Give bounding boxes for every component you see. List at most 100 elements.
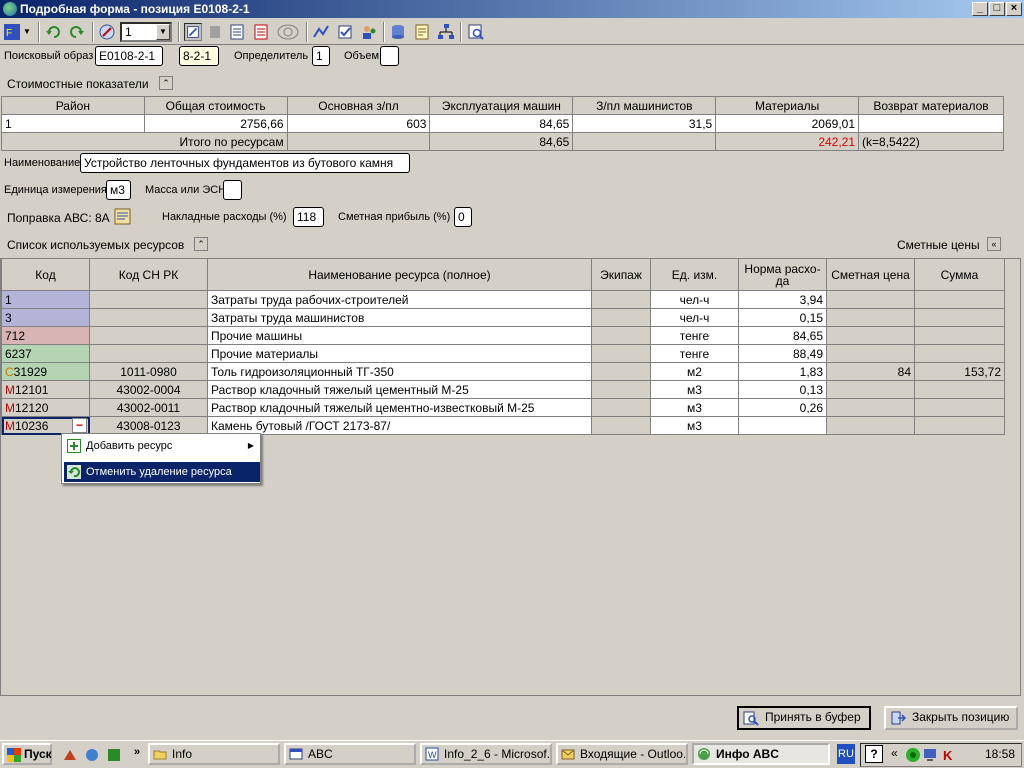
resource-norm[interactable]: 0,26 — [738, 398, 827, 417]
table-row[interactable]: М12120 43002-0011 Раствор кладочный тяже… — [1, 398, 1005, 417]
resource-code[interactable]: М10236 − — [1, 416, 90, 435]
resource-crew[interactable] — [591, 308, 651, 327]
resource-sum[interactable] — [914, 308, 1005, 327]
resource-norm[interactable]: 88,49 — [738, 344, 827, 363]
maximize-button[interactable]: □ — [989, 2, 1005, 16]
table-row-selected[interactable]: М10236 − 43008-0123 Камень бутовый /ГОСТ… — [1, 416, 1005, 435]
resource-sn[interactable]: 43002-0004 — [89, 380, 208, 399]
resource-crew[interactable] — [591, 326, 651, 345]
resource-unit[interactable]: м2 — [650, 362, 739, 381]
table-row[interactable]: М12101 43002-0004 Раствор кладочный тяже… — [1, 380, 1005, 399]
taskbar-item[interactable]: W Info_2_6 - Microsof... — [420, 743, 552, 765]
resource-crew[interactable] — [591, 380, 651, 399]
accept-to-buffer-button[interactable]: Принять в буфер — [737, 706, 871, 730]
resource-code[interactable]: М12120 — [1, 398, 90, 417]
table-row[interactable]: 6237 Прочие материалы тенге 88,49 — [1, 344, 1005, 363]
resource-price[interactable] — [826, 398, 915, 417]
quick-launch-icon[interactable] — [84, 747, 100, 763]
resource-price[interactable] — [826, 290, 915, 309]
resource-unit[interactable]: чел-ч — [650, 308, 739, 327]
resource-sn[interactable] — [89, 308, 208, 327]
close-position-button[interactable]: Закрыть позицию — [884, 706, 1018, 730]
resource-sn[interactable]: 1011-0980 — [89, 362, 208, 381]
cost-cell[interactable]: 31,5 — [572, 114, 717, 133]
cost-cell[interactable]: 2756,66 — [143, 114, 288, 133]
resource-sum[interactable] — [914, 398, 1005, 417]
resource-code[interactable]: 1 — [1, 290, 90, 309]
form-menu-icon[interactable]: F — [3, 23, 21, 41]
quick-launch-icon[interactable] — [106, 747, 122, 763]
document-red-icon[interactable] — [252, 23, 270, 41]
resource-price[interactable] — [826, 416, 915, 435]
resource-unit[interactable]: м3 — [650, 416, 739, 435]
resource-code[interactable]: С31929 — [1, 362, 90, 381]
resource-unit[interactable]: м3 — [650, 380, 739, 399]
quick-launch-icon[interactable] — [62, 747, 78, 763]
resource-sum[interactable] — [914, 326, 1005, 345]
profit-field[interactable]: 0 — [454, 207, 472, 227]
table-row[interactable]: С31929 1011-0980 Толь гидроизоляционный … — [1, 362, 1005, 381]
resource-sn[interactable]: 43008-0123 — [89, 416, 208, 435]
resource-price[interactable] — [826, 308, 915, 327]
start-button[interactable]: Пуск — [2, 743, 52, 765]
resource-name[interactable]: Затраты труда рабочих-строителей — [207, 290, 592, 309]
collapse-up-icon[interactable]: ⌃ — [194, 237, 208, 251]
resource-norm[interactable]: 3,94 — [738, 290, 827, 309]
resource-unit[interactable]: м3 — [650, 398, 739, 417]
network-icon[interactable] — [905, 747, 921, 763]
overhead-field[interactable]: 118 — [293, 207, 324, 227]
oval-button-icon[interactable] — [276, 23, 300, 41]
document-list-icon[interactable] — [228, 23, 246, 41]
resource-name[interactable]: Затраты труда машинистов — [207, 308, 592, 327]
correction-list-icon[interactable] — [114, 208, 131, 225]
resource-name[interactable]: Прочие материалы — [207, 344, 592, 363]
resource-code[interactable]: М12101 — [1, 380, 90, 399]
resource-sum[interactable] — [914, 380, 1005, 399]
table-row[interactable]: 712 Прочие машины тенге 84,65 — [1, 326, 1005, 345]
taskbar-item-active[interactable]: Инфо ABC — [692, 743, 830, 765]
resource-norm[interactable] — [738, 416, 827, 435]
name-field[interactable]: Устройство ленточных фундаментов из буто… — [80, 153, 410, 173]
resource-crew[interactable] — [591, 344, 651, 363]
users-icon[interactable] — [360, 23, 378, 41]
collapse-left-icon[interactable]: « — [987, 237, 1001, 251]
resource-crew[interactable] — [591, 416, 651, 435]
resource-sum[interactable] — [914, 344, 1005, 363]
cost-cell[interactable]: 2069,01 — [715, 114, 860, 133]
resource-norm[interactable]: 84,65 — [738, 326, 827, 345]
resource-code[interactable]: 3 — [1, 308, 90, 327]
resource-sn[interactable] — [89, 344, 208, 363]
resource-norm[interactable]: 1,83 — [738, 362, 827, 381]
database-icon[interactable] — [389, 23, 407, 41]
resource-unit[interactable]: тенге — [650, 344, 739, 363]
chevron-down-icon[interactable]: ▼ — [156, 24, 170, 40]
minimize-button[interactable]: _ — [972, 2, 988, 16]
resource-code[interactable]: 712 — [1, 326, 90, 345]
undo-delete-menu-item[interactable]: Отменить удаление ресурса — [64, 462, 260, 482]
taskbar-item[interactable]: Входящие - Outloo... — [556, 743, 688, 765]
resource-sum[interactable] — [914, 416, 1005, 435]
more-chevron-icon[interactable]: » — [134, 746, 140, 758]
code2-field[interactable]: 8-2-1 — [179, 46, 219, 66]
collapse-up-icon[interactable]: ⌃ — [159, 76, 173, 90]
remove-resource-icon[interactable]: − — [72, 418, 87, 433]
resource-norm[interactable]: 0,13 — [738, 380, 827, 399]
resource-price[interactable] — [826, 380, 915, 399]
resource-name[interactable]: Камень бутовый /ГОСТ 2173-87/ — [207, 416, 592, 435]
resource-unit[interactable]: тенге — [650, 326, 739, 345]
resource-unit[interactable]: чел-ч — [650, 290, 739, 309]
determinant-field[interactable]: 1 — [312, 46, 330, 66]
resource-norm[interactable]: 0,15 — [738, 308, 827, 327]
resource-sn[interactable] — [89, 290, 208, 309]
resource-name[interactable]: Толь гидроизоляционный ТГ-350 — [207, 362, 592, 381]
table-row[interactable]: 1 Затраты труда рабочих-строителей чел-ч… — [1, 290, 1005, 309]
tree-structure-icon[interactable] — [437, 23, 455, 41]
cost-cell[interactable] — [858, 114, 1004, 133]
antivirus-icon[interactable]: K — [941, 747, 957, 763]
resource-crew[interactable] — [591, 398, 651, 417]
help-icon[interactable]: ? — [865, 745, 883, 763]
title-bar[interactable]: Подробная форма - позиция Е0108-2-1 _ □ … — [0, 0, 1024, 18]
refresh-right-icon[interactable] — [67, 23, 85, 41]
resource-name[interactable]: Прочие машины — [207, 326, 592, 345]
resource-sum[interactable] — [914, 290, 1005, 309]
